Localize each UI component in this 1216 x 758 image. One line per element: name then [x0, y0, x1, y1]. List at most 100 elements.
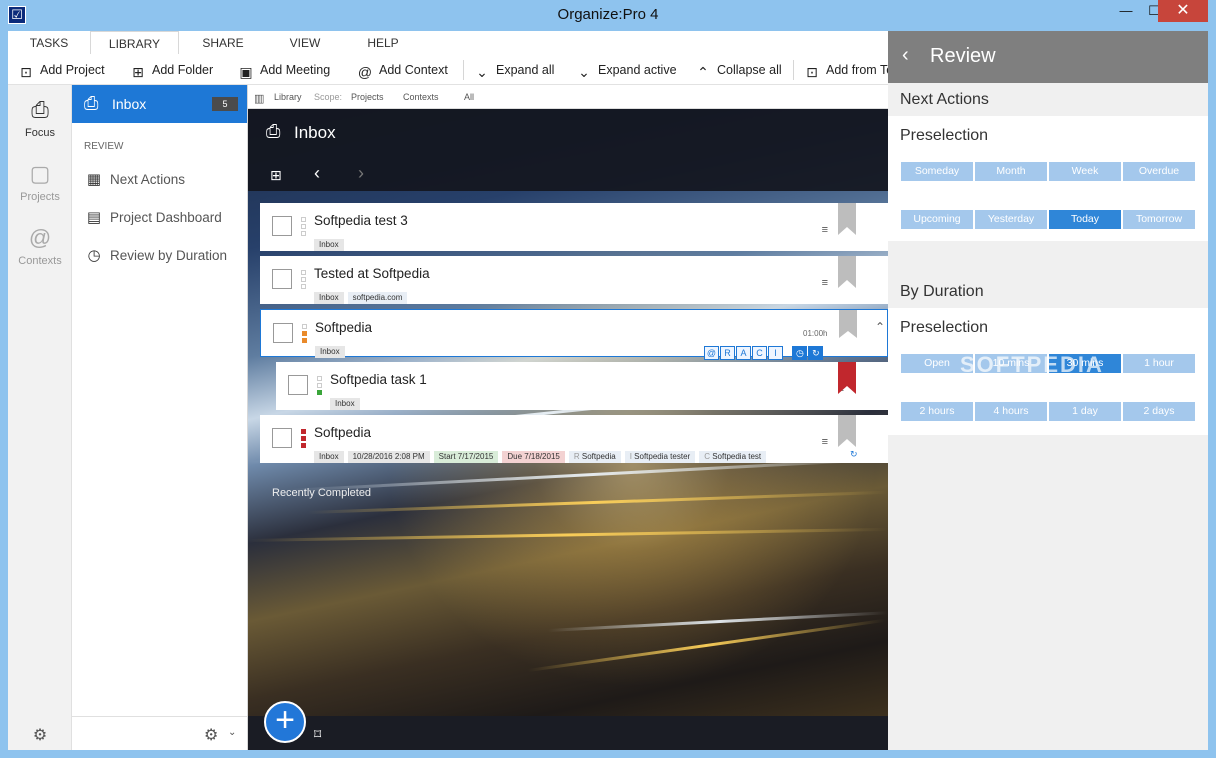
chevron-down-icon[interactable]: ⌄ — [228, 727, 236, 738]
chevron-up-icon[interactable]: ⌃ — [875, 320, 885, 334]
chip-month[interactable]: Month — [975, 162, 1047, 181]
chip-upcoming[interactable]: Upcoming — [901, 210, 973, 229]
review-panel: ‹ Review Next Actions Preselection Somed… — [888, 31, 1208, 750]
close-button[interactable]: ✕ — [1158, 0, 1208, 22]
grid-view-icon[interactable]: ⊞ — [270, 167, 282, 184]
tag-inbox: Inbox — [314, 239, 344, 251]
light-streak — [307, 490, 888, 514]
review-header: ‹ Review — [888, 31, 1208, 83]
add-folder-button[interactable]: ⊞ Add Folder — [130, 61, 214, 80]
left-nav-rail: ⎙ Focus ▢ Projects @ Contexts ⚙ — [8, 85, 72, 750]
bookmark-flag-icon[interactable] — [839, 310, 857, 338]
raci-c-button[interactable]: C — [752, 346, 767, 360]
priority-indicator — [301, 217, 306, 238]
raci-at-button[interactable]: @ — [704, 346, 719, 360]
notes-icon[interactable]: ≡ — [822, 436, 828, 448]
back-chevron-icon[interactable]: ‹ — [902, 44, 909, 67]
chip-yesterday[interactable]: Yesterday — [975, 210, 1047, 229]
scope-contexts[interactable]: Contexts — [403, 92, 439, 102]
tab-share[interactable]: SHARE — [194, 31, 252, 54]
chip-today[interactable]: Today — [1049, 210, 1121, 229]
scope-all[interactable]: All — [464, 92, 474, 102]
tag-prefix: I — [629, 452, 632, 461]
task-row[interactable]: Softpedia test 3 Inbox ≡ — [260, 203, 888, 251]
scope-library[interactable]: Library — [274, 92, 302, 102]
expand-all-button[interactable]: ⌄ Expand all — [474, 61, 554, 80]
priority-indicator — [301, 429, 306, 450]
notes-icon[interactable]: ≡ — [822, 277, 828, 289]
collapse-all-button[interactable]: ⌃ Collapse all — [695, 61, 782, 80]
task-checkbox[interactable] — [273, 323, 293, 343]
library-item-review-by-duration[interactable]: ◷ Review by Duration — [84, 245, 227, 267]
chip-tomorrow[interactable]: Tomorrow — [1123, 210, 1195, 229]
watermark: SOFTPEDIA — [960, 352, 1104, 377]
add-project-button[interactable]: ⊡ Add Project — [18, 61, 105, 80]
task-checkbox[interactable] — [272, 428, 292, 448]
chip-2-days[interactable]: 2 days — [1123, 402, 1195, 421]
bookmark-flag-icon[interactable] — [838, 362, 856, 394]
review-by-duration-label: Review by Duration — [110, 248, 228, 263]
display-icon[interactable]: ⌑ — [314, 726, 321, 743]
tag-text: Softpedia — [581, 452, 616, 461]
ribbon-tabs: TASKS LIBRARY SHARE VIEW HELP — [8, 31, 888, 54]
add-task-button[interactable]: + — [264, 701, 306, 743]
library-item-project-dashboard[interactable]: ▤ Project Dashboard — [84, 207, 222, 229]
library-item-inbox[interactable]: ⎙ Inbox 5 — [72, 85, 247, 123]
tag-text: Softpedia tester — [634, 452, 691, 461]
settings-gear-icon[interactable]: ⚙ — [8, 725, 72, 745]
chip-2-hours[interactable]: 2 hours — [901, 402, 973, 421]
tag-website: softpedia.com — [347, 292, 408, 304]
notes-icon[interactable]: ≡ — [822, 224, 828, 236]
document-icon: ▢ — [29, 161, 51, 186]
repeat-icon[interactable]: ↻ — [850, 449, 858, 460]
add-context-button[interactable]: @ Add Context — [357, 61, 448, 80]
task-checkbox[interactable] — [288, 375, 308, 395]
subtask-row[interactable]: Softpedia task 1 Inbox ≡ — [276, 362, 888, 410]
raci-r-button[interactable]: R — [720, 346, 735, 360]
minimize-button[interactable]: — — [1112, 0, 1140, 22]
nav-focus[interactable]: ⎙ Focus — [8, 97, 72, 139]
nav-contexts-label: Contexts — [18, 255, 62, 267]
add-from-template-button[interactable]: ⊡ Add from Te — [804, 61, 888, 80]
add-meeting-button[interactable]: ▣ Add Meeting — [238, 61, 330, 80]
library-item-next-actions[interactable]: ▦ Next Actions — [84, 169, 185, 191]
repeat-icon[interactable]: ↻ — [808, 346, 824, 360]
chip-someday[interactable]: Someday — [901, 162, 973, 181]
task-row[interactable]: Softpedia Inbox 10/28/2016 2:08 PM Start 7… — [260, 415, 888, 463]
bookmark-flag-icon[interactable] — [838, 203, 856, 235]
raci-i-button[interactable]: I — [768, 346, 783, 360]
chip-overdue[interactable]: Overdue — [1123, 162, 1195, 181]
tab-help[interactable]: HELP — [354, 31, 412, 54]
chip-4-hours[interactable]: 4 hours — [975, 402, 1047, 421]
bookmark-flag-icon[interactable] — [838, 415, 856, 447]
add-folder-label: Add Folder — [152, 63, 214, 77]
nav-contexts[interactable]: @ Contexts — [8, 225, 72, 267]
tab-view[interactable]: VIEW — [276, 31, 334, 54]
expand-active-button[interactable]: ⌄ Expand active — [576, 61, 676, 80]
add-folder-icon: ⊞ — [132, 64, 144, 80]
chip-1-hour[interactable]: 1 hour — [1123, 354, 1195, 373]
bottom-bar — [248, 716, 888, 750]
app-window: ☑ Organize:Pro 4 — ☐ ✕ TASKS LIBRARY SHA… — [0, 0, 1216, 758]
chevron-right-icon[interactable]: › — [358, 163, 364, 184]
task-row[interactable]: Tested at Softpedia Inbox softpedia.com ≡ — [260, 256, 888, 304]
clock-icon[interactable]: ◷ — [792, 346, 808, 360]
scope-projects[interactable]: Projects — [351, 92, 384, 102]
chevron-left-icon[interactable]: ‹ — [314, 163, 320, 184]
gear-icon[interactable]: ⚙ — [204, 725, 218, 745]
bookmark-flag-icon[interactable] — [838, 256, 856, 288]
calendar-grid-icon: ▦ — [86, 171, 102, 188]
tag-prefix: R — [573, 452, 580, 461]
nav-projects[interactable]: ▢ Projects — [8, 161, 72, 203]
task-checkbox[interactable] — [272, 216, 292, 236]
raci-toolbar: @ R A C I ◷ ↻ — [704, 343, 824, 360]
chip-1-day[interactable]: 1 day — [1049, 402, 1121, 421]
chip-week[interactable]: Week — [1049, 162, 1121, 181]
tag-created-date: 10/28/2016 2:08 PM — [347, 451, 430, 463]
tab-library[interactable]: LIBRARY — [90, 31, 179, 54]
task-checkbox[interactable] — [272, 269, 292, 289]
raci-a-button[interactable]: A — [736, 346, 751, 360]
recently-completed-label[interactable]: Recently Completed — [272, 487, 371, 499]
add-from-template-label: Add from Te — [826, 63, 888, 77]
tab-tasks[interactable]: TASKS — [20, 31, 78, 54]
